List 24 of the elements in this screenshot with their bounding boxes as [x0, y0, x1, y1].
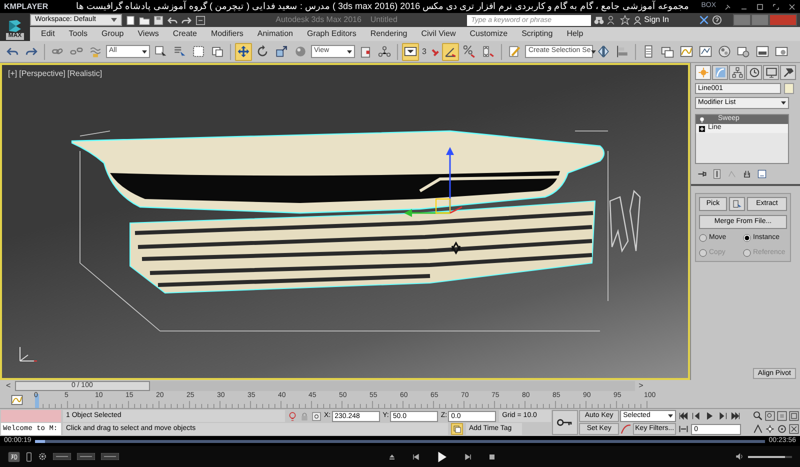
menu-item[interactable]: Scripting — [514, 28, 560, 40]
viewport[interactable]: [+] [Perspective] [Realistic] — [0, 63, 690, 380]
window-title: Autodesk 3ds Max 2016 Untitled — [274, 14, 398, 26]
video-title: مجموعه آموزشی جامع ، گام به گام و کاربردی نرم افزار تری دی مکس 2016 (3ds max 2016 ) مدرس : سعید فدایی ( تیچرمن ) گروه آموزشی پادشاه گرافیست ها — [75, 0, 690, 14]
viewport-label[interactable]: [Realistic] — [67, 68, 102, 80]
menu-item[interactable]: Create — [166, 28, 204, 40]
viewport-label[interactable]: [Perspective] — [19, 68, 66, 80]
menu-item[interactable]: Modifiers — [204, 28, 250, 40]
menu-item[interactable]: Edit — [34, 28, 62, 40]
menu-item[interactable]: Views — [130, 28, 166, 40]
menu-item[interactable]: Help — [560, 28, 590, 40]
next-frame-button[interactable]: > — [638, 382, 644, 390]
menu-item[interactable]: Tools — [62, 28, 94, 40]
tool-button[interactable]: 3 — [421, 42, 440, 60]
menu-item[interactable]: Rendering — [363, 28, 414, 40]
menu-item[interactable]: Graph Editors — [300, 28, 364, 40]
menu-item[interactable]: Customize — [462, 28, 515, 40]
sign-in-button[interactable]: Sign In — [633, 14, 669, 26]
viewport-label[interactable]: [+] — [8, 68, 18, 80]
menu-item[interactable]: Group — [94, 28, 131, 40]
previous-frame-button[interactable]: < — [6, 382, 11, 390]
menu-item[interactable]: Civil View — [414, 28, 463, 40]
menu-item[interactable]: Animation — [250, 28, 300, 40]
player-logo: KMPLAYER — [4, 0, 50, 12]
